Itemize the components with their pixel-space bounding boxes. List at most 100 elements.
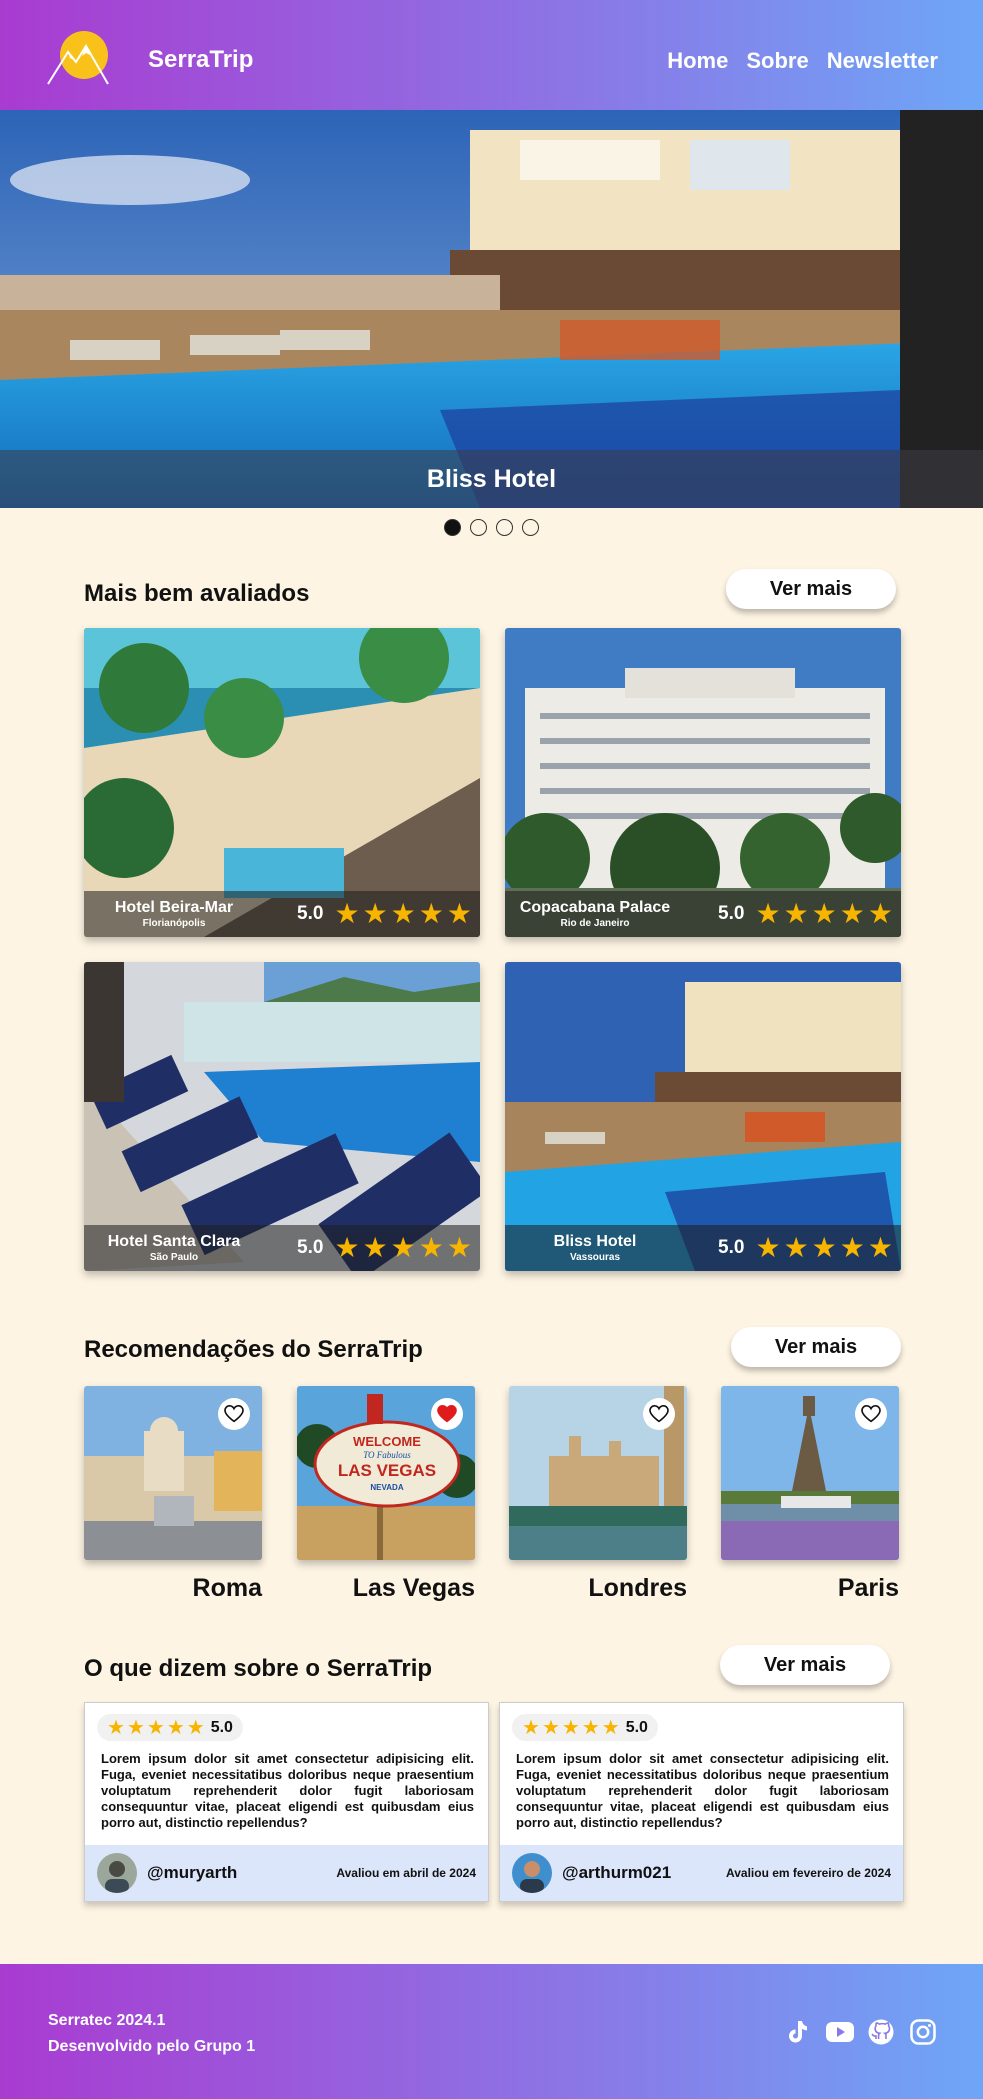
hotel-info-bar: Copacabana Palace Rio de Janeiro 5.0 ★ ★ ★… [505, 891, 901, 937]
review-card: ★ ★ ★ ★ ★ 5.0 Lorem ipsum dolor sit amet con… [84, 1702, 489, 1902]
star-icon: ★ [783, 898, 809, 929]
tiktok-icon[interactable] [783, 2018, 811, 2046]
youtube-icon[interactable] [825, 2018, 854, 2046]
review-score: 5.0 [625, 1718, 648, 1736]
hero-hotel-photo [0, 110, 983, 508]
rec-card-las-vegas[interactable]: WELCOME TO Fabulous LAS VEGAS NEVADA [297, 1386, 475, 1560]
hotel-name: Copacabana Palace [519, 899, 671, 916]
avatar[interactable] [97, 1853, 137, 1893]
hotel-info-bar: Bliss Hotel Vassouras 5.0 ★ ★ ★ ★ ★ [505, 1225, 901, 1271]
star-icon: ★ [839, 898, 865, 929]
hotel-card-bliss[interactable]: Bliss Hotel Vassouras 5.0 ★ ★ ★ ★ ★ [505, 962, 901, 1271]
hotel-city: Florianópolis [142, 918, 206, 929]
rec-label-londres: Londres [588, 1574, 687, 1602]
star-icon: ★ [362, 1232, 388, 1263]
star-icon: ★ [186, 1717, 205, 1739]
hotel-card-beira-mar[interactable]: Hotel Beira-Mar Florianópolis 5.0 ★ ★ ★ ★ ★ [84, 628, 480, 937]
avatar[interactable] [512, 1853, 552, 1893]
favorite-button[interactable] [431, 1398, 463, 1430]
hotel-name: Hotel Santa Clara [107, 1233, 241, 1250]
star-icon: ★ [541, 1717, 560, 1739]
star-icon: ★ [867, 898, 893, 929]
hotel-card-santa-clara[interactable]: Hotel Santa Clara São Paulo 5.0 ★ ★ ★ ★ ★ [84, 962, 480, 1271]
star-icon: ★ [522, 1717, 540, 1739]
reviews-ver-mais-button[interactable]: Ver mais [720, 1645, 890, 1685]
social-links [783, 2018, 937, 2046]
star-icon: ★ [446, 1232, 472, 1263]
sign-nevada-text: NEVADA [370, 1483, 403, 1492]
review-rating: ★ ★ ★ ★ ★ 5.0 [97, 1714, 243, 1741]
rec-label-paris: Paris [837, 1574, 899, 1602]
review-text: Lorem ipsum dolor sit amet consectetur a… [516, 1751, 889, 1830]
rec-card-roma[interactable] [84, 1386, 262, 1560]
hotel-city: São Paulo [149, 1252, 199, 1263]
hotel-city: Vassouras [569, 1252, 621, 1263]
hotel-card-copacabana[interactable]: Copacabana Palace Rio de Janeiro 5.0 ★ ★ ★… [505, 628, 901, 937]
star-icon: ★ [418, 898, 444, 929]
rating-score: 5.0 [297, 1237, 324, 1258]
star-icon: ★ [839, 1232, 865, 1263]
brand-name[interactable]: SerraTrip [148, 46, 253, 74]
rating-score: 5.0 [718, 1237, 745, 1258]
instagram-icon[interactable] [909, 2018, 937, 2046]
favorite-button[interactable] [855, 1398, 887, 1430]
hotel-rating: 5.0 ★ ★ ★ ★ ★ [297, 1234, 472, 1262]
recommendations-ver-mais-button[interactable]: Ver mais [731, 1327, 901, 1367]
main-nav: Home Sobre Newsletter [667, 48, 938, 74]
carousel-dot-1[interactable] [444, 519, 461, 536]
hotel-name: Hotel Beira-Mar [114, 899, 234, 916]
star-icon: ★ [783, 1232, 809, 1263]
review-card: ★ ★ ★ ★ ★ 5.0 Lorem ipsum dolor sit amet con… [499, 1702, 904, 1902]
star-icon: ★ [811, 898, 837, 929]
nav-home-link[interactable]: Home [667, 48, 728, 74]
carousel-dot-2[interactable] [470, 519, 487, 536]
nav-sobre-link[interactable]: Sobre [746, 48, 808, 74]
star-icon: ★ [334, 898, 360, 929]
rec-label-las-vegas: Las Vegas [352, 1574, 475, 1602]
star-icon: ★ [390, 1232, 416, 1263]
top-rated-ver-mais-button[interactable]: Ver mais [726, 569, 896, 609]
review-author-handle[interactable]: @muryarth [147, 1863, 237, 1883]
star-icon: ★ [390, 898, 416, 929]
star-icon: ★ [334, 1232, 360, 1263]
star-icon: ★ [811, 1232, 837, 1263]
review-author-handle[interactable]: @arthurm021 [562, 1863, 671, 1883]
sign-welcome-text: WELCOME [353, 1434, 421, 1449]
site-header: SerraTrip Home Sobre Newsletter [0, 0, 983, 110]
top-rated-title: Mais bem avaliados [84, 580, 310, 607]
carousel-dot-3[interactable] [496, 519, 513, 536]
favorite-button[interactable] [643, 1398, 675, 1430]
star-icon: ★ [581, 1717, 600, 1739]
hotel-rating: 5.0 ★ ★ ★ ★ ★ [297, 900, 472, 928]
heart-filled-icon [437, 1405, 457, 1423]
star-icon: ★ [126, 1717, 145, 1739]
github-icon[interactable] [867, 2018, 895, 2046]
star-icon: ★ [146, 1717, 165, 1739]
hotel-rating: 5.0 ★ ★ ★ ★ ★ [718, 900, 893, 928]
review-author-bar: @arthurm021 Avaliou em fevereiro de 2024 [500, 1845, 903, 1901]
hotel-rating: 5.0 ★ ★ ★ ★ ★ [718, 1234, 893, 1262]
hero-carousel[interactable]: Bliss Hotel [0, 110, 983, 508]
hotel-info-bar: Hotel Santa Clara São Paulo 5.0 ★ ★ ★ ★ ★ [84, 1225, 480, 1271]
heart-outline-icon [861, 1405, 881, 1423]
star-icon: ★ [446, 898, 472, 929]
nav-newsletter-link[interactable]: Newsletter [827, 48, 938, 74]
favorite-button[interactable] [218, 1398, 250, 1430]
carousel-dot-4[interactable] [522, 519, 539, 536]
hero-caption: Bliss Hotel [0, 450, 983, 508]
star-icon: ★ [107, 1717, 125, 1739]
rec-card-paris[interactable] [721, 1386, 899, 1560]
star-icon: ★ [561, 1717, 580, 1739]
hotel-city: Rio de Janeiro [560, 918, 630, 929]
heart-outline-icon [649, 1405, 669, 1423]
sign-las-vegas-text: LAS VEGAS [338, 1461, 436, 1480]
star-icon: ★ [755, 898, 781, 929]
star-icon: ★ [418, 1232, 444, 1263]
mountain-sun-logo-icon[interactable] [46, 28, 114, 90]
rec-label-roma: Roma [192, 1574, 262, 1602]
user-avatar-photo [97, 1853, 137, 1893]
heart-outline-icon [224, 1405, 244, 1423]
rec-card-londres[interactable] [509, 1386, 687, 1560]
star-icon: ★ [166, 1717, 185, 1739]
review-rating: ★ ★ ★ ★ ★ 5.0 [512, 1714, 658, 1741]
